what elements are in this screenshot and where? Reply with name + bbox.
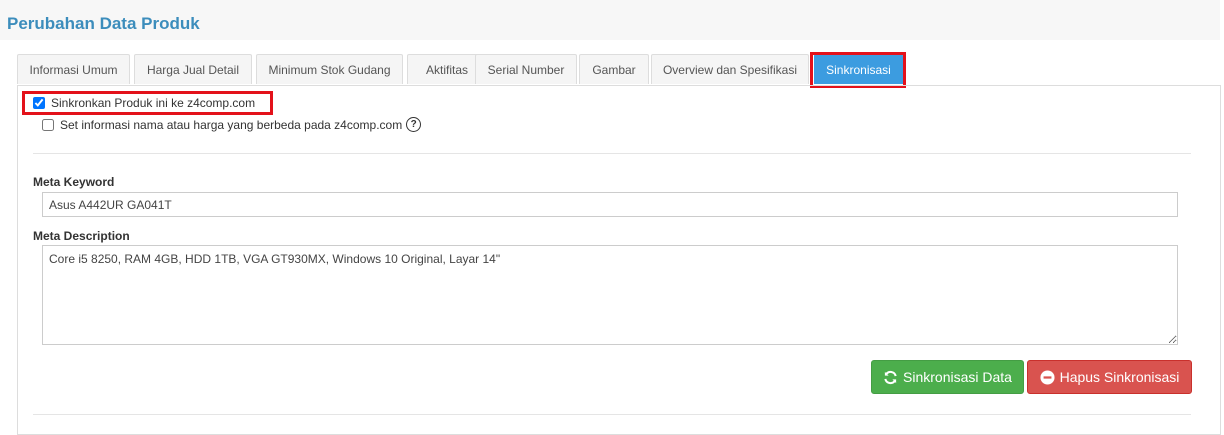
tab-informasi-umum[interactable]: Informasi Umum [17, 54, 130, 84]
tab-highlight-box [810, 52, 906, 88]
tab-minimum-stok-gudang[interactable]: Minimum Stok Gudang [256, 54, 403, 84]
different-info-row: Set informasi nama atau harga yang berbe… [42, 117, 422, 132]
meta-keyword-label: Meta Keyword [33, 175, 115, 189]
page-title: Perubahan Data Produk [7, 14, 200, 33]
question-circle-icon[interactable]: ? [406, 117, 422, 132]
delete-sync-button[interactable]: Hapus Sinkronisasi [1027, 360, 1192, 394]
different-info-label: Set informasi nama atau harga yang berbe… [60, 117, 403, 132]
different-info-checkbox[interactable] [42, 118, 54, 131]
tab-serial-number[interactable]: Serial Number [475, 54, 577, 84]
divider-bottom [33, 414, 1191, 415]
sync-data-button[interactable]: Sinkronisasi Data [871, 360, 1024, 394]
divider-top [33, 153, 1191, 154]
delete-sync-label: Hapus Sinkronisasi [1059, 369, 1180, 385]
minus-circle-icon [1040, 369, 1055, 385]
tab-gambar[interactable]: Gambar [579, 54, 649, 84]
refresh-icon [883, 370, 898, 385]
tab-overview-spesifikasi[interactable]: Overview dan Spesifikasi [651, 54, 809, 84]
meta-keyword-input[interactable] [42, 192, 1178, 217]
meta-description-textarea[interactable]: Core i5 8250, RAM 4GB, HDD 1TB, VGA GT93… [42, 245, 1178, 345]
checkbox-highlight-box [22, 91, 273, 115]
meta-description-label: Meta Description [33, 229, 130, 243]
tab-harga-jual-detail[interactable]: Harga Jual Detail [134, 54, 252, 84]
sync-data-label: Sinkronisasi Data [903, 369, 1012, 385]
